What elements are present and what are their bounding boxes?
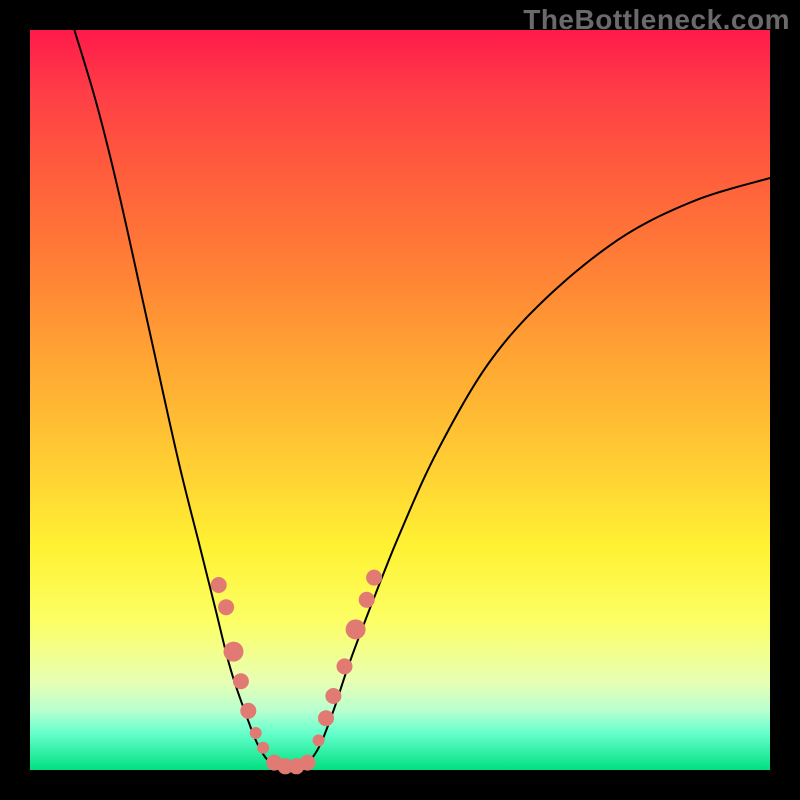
data-marker xyxy=(346,619,366,639)
data-marker xyxy=(257,742,269,754)
data-marker xyxy=(240,703,256,719)
chart-svg xyxy=(30,30,770,770)
data-marker xyxy=(366,570,382,586)
data-marker xyxy=(224,642,244,662)
data-marker xyxy=(359,592,375,608)
bottleneck-curve xyxy=(74,30,770,770)
data-markers xyxy=(211,570,382,775)
data-marker xyxy=(300,755,316,771)
data-marker xyxy=(318,710,334,726)
data-marker xyxy=(250,727,262,739)
data-marker xyxy=(211,577,227,593)
data-marker xyxy=(337,658,353,674)
data-marker xyxy=(313,734,325,746)
data-marker xyxy=(233,673,249,689)
data-marker xyxy=(325,688,341,704)
data-marker xyxy=(218,599,234,615)
